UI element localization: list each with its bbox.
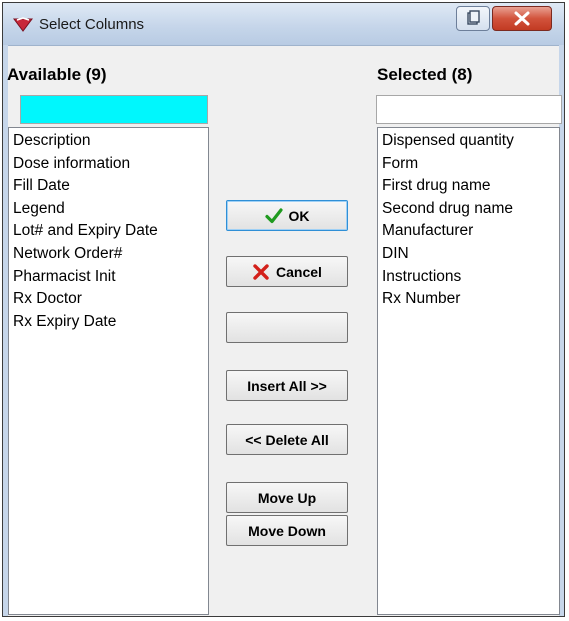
ok-button[interactable]: OK bbox=[226, 200, 348, 231]
move-down-button[interactable]: Move Down bbox=[226, 515, 348, 546]
list-item[interactable]: Fill Date bbox=[13, 175, 208, 198]
selected-filter-input[interactable] bbox=[376, 95, 562, 124]
list-item[interactable]: Instructions bbox=[382, 266, 559, 289]
cancel-button-label: Cancel bbox=[276, 263, 322, 280]
list-item[interactable]: Rx Expiry Date bbox=[13, 311, 208, 334]
available-filter-input[interactable] bbox=[20, 95, 208, 124]
restore-icon bbox=[467, 10, 480, 25]
checkmark-icon bbox=[264, 207, 283, 225]
available-list[interactable]: Description Dose information Fill Date L… bbox=[8, 127, 209, 615]
restore-button[interactable] bbox=[456, 6, 490, 31]
blank-button[interactable] bbox=[226, 312, 348, 343]
close-icon bbox=[514, 11, 530, 26]
list-item[interactable]: Rx Number bbox=[382, 288, 559, 311]
list-item[interactable]: Dispensed quantity bbox=[382, 130, 559, 153]
list-item[interactable]: Network Order# bbox=[13, 243, 208, 266]
list-item[interactable]: Manufacturer bbox=[382, 220, 559, 243]
ok-button-label: OK bbox=[288, 207, 310, 224]
list-item[interactable]: Second drug name bbox=[382, 198, 559, 221]
x-mark-icon bbox=[252, 263, 270, 281]
list-item[interactable]: Legend bbox=[13, 198, 208, 221]
list-item[interactable]: Form bbox=[382, 153, 559, 176]
list-item[interactable]: Rx Doctor bbox=[13, 288, 208, 311]
cancel-button[interactable]: Cancel bbox=[226, 256, 348, 287]
list-item[interactable]: Dose information bbox=[13, 153, 208, 176]
selected-list[interactable]: Dispensed quantity Form First drug name … bbox=[377, 127, 560, 615]
select-columns-dialog: Select Columns Available (9) Description… bbox=[2, 2, 565, 617]
title-bar[interactable]: Select Columns bbox=[3, 3, 564, 46]
list-item[interactable]: First drug name bbox=[382, 175, 559, 198]
move-up-button[interactable]: Move Up bbox=[226, 482, 348, 513]
window-title: Select Columns bbox=[39, 16, 145, 33]
list-item[interactable]: Description bbox=[13, 130, 208, 153]
delete-all-button[interactable]: << Delete All bbox=[226, 424, 348, 455]
list-item[interactable]: Lot# and Expiry Date bbox=[13, 220, 208, 243]
insert-all-button[interactable]: Insert All >> bbox=[226, 370, 348, 401]
close-button[interactable] bbox=[492, 6, 552, 31]
selected-label: Selected (8) bbox=[377, 65, 473, 84]
app-logo-icon bbox=[13, 16, 33, 32]
list-item[interactable]: Pharmacist Init bbox=[13, 266, 208, 289]
available-label: Available (9) bbox=[7, 65, 107, 84]
list-item[interactable]: DIN bbox=[382, 243, 559, 266]
